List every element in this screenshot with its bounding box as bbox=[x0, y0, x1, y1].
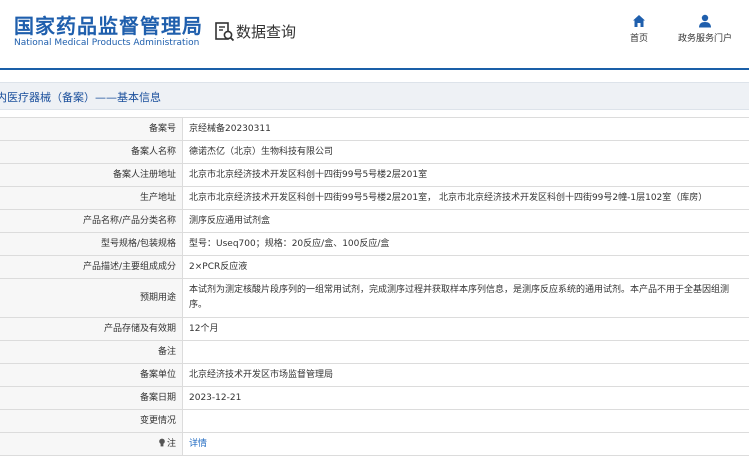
table-row: 产品存储及有效期 12个月 bbox=[0, 317, 749, 341]
table-row: 预期用途 本试剂为测定核酸片段序列的一组常用试剂，完成测序过程并获取样本序列信息… bbox=[0, 278, 749, 318]
row-value: 北京市北京经济技术开发区科创十四街99号5号楼2层201室， 北京市北京经济技术… bbox=[182, 186, 749, 210]
record-detail-table: 备案号 京经械备20230311 备案人名称 德诺杰亿（北京）生物科技有限公司 … bbox=[0, 117, 749, 456]
table-row: 变更情况 bbox=[0, 409, 749, 433]
section-title: 内医疗器械（备案）——基本信息 bbox=[0, 91, 161, 104]
row-value: 详情 bbox=[182, 432, 749, 456]
section-header: 内医疗器械（备案）——基本信息 bbox=[0, 82, 749, 110]
row-label: 备案人注册地址 bbox=[0, 163, 183, 187]
row-value: 北京经济技术开发区市场监督管理局 bbox=[182, 363, 749, 387]
row-label: 注 bbox=[0, 432, 183, 456]
logo-title-cn[interactable]: 国家药品监督管理局 bbox=[14, 10, 203, 39]
row-label: 备案人名称 bbox=[0, 140, 183, 164]
table-row: 注 详情 bbox=[0, 432, 749, 456]
table-row: 型号规格/包装规格 型号：Useq700；规格：20反应/盒、100反应/盒 bbox=[0, 232, 749, 256]
table-row: 备案日期 2023-12-21 bbox=[0, 386, 749, 410]
table-row: 生产地址 北京市北京经济技术开发区科创十四街99号5号楼2层201室， 北京市北… bbox=[0, 186, 749, 210]
row-value: 北京市北京经济技术开发区科创十四街99号5号楼2层201室 bbox=[182, 163, 749, 187]
row-label: 备注 bbox=[0, 340, 183, 364]
table-row: 产品名称/产品分类名称 测序反应通用试剂盒 bbox=[0, 209, 749, 233]
table-row: 备注 bbox=[0, 340, 749, 364]
row-label: 备案日期 bbox=[0, 386, 183, 410]
row-value: 12个月 bbox=[182, 317, 749, 341]
header-divider bbox=[0, 68, 749, 70]
row-label: 产品名称/产品分类名称 bbox=[0, 209, 183, 233]
row-value: 京经械备20230311 bbox=[182, 117, 749, 141]
user-icon bbox=[699, 14, 711, 28]
row-value: 测序反应通用试剂盒 bbox=[182, 209, 749, 233]
row-value: 2×PCR反应液 bbox=[182, 255, 749, 279]
row-label: 产品存储及有效期 bbox=[0, 317, 183, 341]
details-link[interactable]: 详情 bbox=[189, 439, 207, 449]
row-value: 本试剂为测定核酸片段序列的一组常用试剂，完成测序过程并获取样本序列信息，是测序反… bbox=[182, 278, 749, 318]
row-label: 备案号 bbox=[0, 117, 183, 141]
row-label: 型号规格/包装规格 bbox=[0, 232, 183, 256]
table-row: 备案人名称 德诺杰亿（北京）生物科技有限公司 bbox=[0, 140, 749, 164]
row-value bbox=[182, 340, 749, 364]
nav-government-services[interactable]: 政务服务门户 bbox=[672, 14, 738, 44]
nav-government-services-label: 政务服务门户 bbox=[677, 34, 732, 44]
site-header: 国家药品监督管理局 National Medical Products Admi… bbox=[0, 0, 749, 68]
table-row: 备案人注册地址 北京市北京经济技术开发区科创十四街99号5号楼2层201室 bbox=[0, 163, 749, 187]
row-label: 变更情况 bbox=[0, 409, 183, 433]
row-value bbox=[182, 409, 749, 433]
table-row: 产品描述/主要组成成分 2×PCR反应液 bbox=[0, 255, 749, 279]
row-label: 备案单位 bbox=[0, 363, 183, 387]
nav-home[interactable]: 首页 bbox=[624, 14, 654, 44]
data-query-label: 数据查询 bbox=[236, 23, 297, 41]
row-value: 德诺杰亿（北京）生物科技有限公司 bbox=[182, 140, 749, 164]
note-label: 注 bbox=[166, 439, 176, 449]
lightbulb-icon bbox=[159, 438, 165, 447]
table-row: 备案单位 北京经济技术开发区市场监督管理局 bbox=[0, 363, 749, 387]
row-label: 产品描述/主要组成成分 bbox=[0, 255, 183, 279]
row-value: 2023-12-21 bbox=[182, 386, 749, 410]
row-value: 型号：Useq700；规格：20反应/盒、100反应/盒 bbox=[182, 232, 749, 256]
home-icon bbox=[633, 15, 645, 27]
row-label: 预期用途 bbox=[0, 278, 183, 318]
nav-home-label: 首页 bbox=[629, 34, 648, 44]
logo-title-en[interactable]: National Medical Products Administration bbox=[14, 38, 199, 48]
document-search-icon bbox=[215, 22, 235, 42]
table-row: 备案号 京经械备20230311 bbox=[0, 117, 749, 141]
row-label: 生产地址 bbox=[0, 186, 183, 210]
